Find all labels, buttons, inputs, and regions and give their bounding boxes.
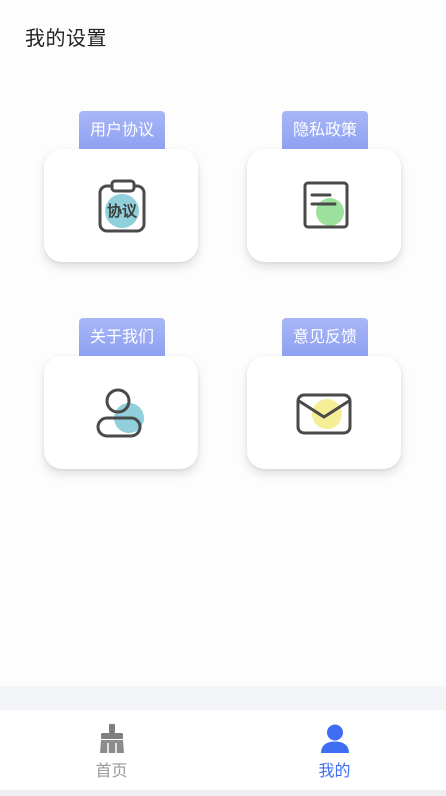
- about-us-tag: 关于我们: [79, 318, 165, 356]
- user-agreement-tile[interactable]: 协议: [44, 149, 198, 262]
- tab-mine-label: 我的: [318, 761, 351, 780]
- user-icon: [96, 388, 144, 437]
- broom-icon: [99, 724, 124, 753]
- tab-bar: 首页 我的: [0, 710, 446, 790]
- page-title: 我的设置: [25, 26, 107, 50]
- about-us-tile[interactable]: [44, 356, 198, 469]
- user-agreement-tag: 用户协议: [79, 111, 165, 149]
- tab-home-label: 首页: [95, 761, 128, 780]
- clipboard-agreement-icon: 协议: [98, 179, 146, 232]
- document-privacy-icon: [303, 181, 349, 228]
- user-solid-icon: [320, 724, 349, 753]
- tab-home[interactable]: 首页: [0, 710, 223, 790]
- tab-mine[interactable]: 我的: [223, 710, 446, 790]
- envelope-icon: [296, 393, 352, 434]
- feedback-tile[interactable]: [247, 356, 401, 469]
- home-indicator-bar: [0, 790, 446, 796]
- privacy-policy-tile[interactable]: [247, 149, 401, 262]
- privacy-policy-tag: 隐私政策: [282, 111, 368, 149]
- agreement-icon-text: 协议: [107, 202, 138, 220]
- content-bottom-strip: [0, 686, 446, 710]
- feedback-tag: 意见反馈: [282, 318, 368, 356]
